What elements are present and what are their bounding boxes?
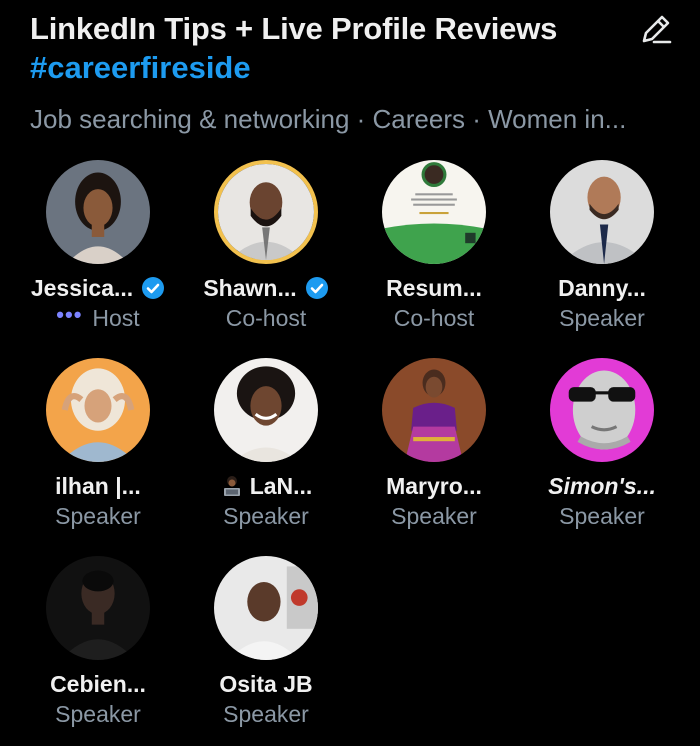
- participant-name: Resum...: [386, 274, 482, 301]
- avatar: [382, 160, 486, 264]
- participant-name: Maryro...: [386, 472, 482, 499]
- name-row: Cebien...: [50, 668, 146, 700]
- participant-role: Speaker: [55, 502, 141, 529]
- participant-name: ilhan |...: [55, 472, 141, 499]
- name-row: Jessica...: [31, 272, 165, 304]
- participant-role: Speaker: [223, 700, 309, 727]
- participant-role: Speaker: [223, 502, 309, 529]
- name-row: ilhan |...: [55, 470, 141, 502]
- topics-line: Job searching & networking · Careers · W…: [30, 104, 627, 134]
- participant-role: Speaker: [391, 502, 477, 529]
- role-row: Speaker: [391, 501, 477, 531]
- avatar: [214, 160, 318, 264]
- participant-role: Speaker: [559, 502, 645, 529]
- laptop-person-emoji: [223, 476, 240, 496]
- avatar: [46, 556, 150, 660]
- avatar: [46, 358, 150, 462]
- participant-shawn[interactable]: Shawn... Co-host: [182, 160, 350, 350]
- name-row: Danny...: [558, 272, 646, 304]
- edit-button[interactable]: [636, 9, 676, 49]
- name-row: Shawn...: [203, 272, 328, 304]
- role-row: Speaker: [55, 699, 141, 729]
- participant-role: Co-host: [225, 304, 307, 331]
- avatar: [46, 160, 150, 264]
- name-row: Osita JB: [219, 668, 312, 700]
- participant-name: Shawn...: [203, 274, 297, 301]
- role-row: Co-host: [394, 303, 475, 333]
- participant-cebien[interactable]: Cebien... Speaker: [14, 556, 182, 746]
- participant-osita[interactable]: Osita JB Speaker: [182, 556, 350, 746]
- avatar: [214, 556, 318, 660]
- pencil-edit-icon: [642, 15, 672, 44]
- participant-name: Simon's...: [548, 472, 656, 499]
- participant-role: Speaker: [55, 700, 141, 727]
- role-row: ••• Host: [56, 303, 139, 333]
- participant-resum[interactable]: Resum... Co-host: [350, 160, 518, 350]
- space-title: LinkedIn Tips + Live Profile Reviews: [30, 11, 558, 46]
- participant-simon[interactable]: Simon's... Speaker: [518, 358, 686, 548]
- avatar: [382, 358, 486, 462]
- avatar: [214, 358, 318, 462]
- verified-badge-icon: [305, 277, 328, 299]
- participant-maryro[interactable]: Maryro... Speaker: [350, 358, 518, 548]
- participant-name: LaN...: [249, 472, 313, 499]
- participant-role: Co-host: [393, 304, 475, 331]
- participant-jessica[interactable]: Jessica... ••• Host: [14, 160, 182, 350]
- role-row: Speaker: [223, 501, 309, 531]
- avatar: [550, 160, 654, 264]
- participant-name: Osita JB: [219, 670, 313, 697]
- participant-role: Speaker: [559, 304, 645, 331]
- participant-name: Cebien...: [50, 670, 146, 697]
- participant-ilhan[interactable]: ilhan |... Speaker: [14, 358, 182, 548]
- role-row: Speaker: [55, 501, 141, 531]
- name-row: LaN...: [220, 470, 313, 502]
- name-row: Simon's...: [548, 470, 656, 502]
- participant-lan[interactable]: LaN... Speaker: [182, 358, 350, 548]
- participant-name: Danny...: [558, 274, 646, 301]
- participant-role: Host: [92, 304, 140, 331]
- role-row: Speaker: [559, 303, 645, 333]
- speaking-dots-icon: •••: [56, 302, 83, 327]
- space-header: LinkedIn Tips + Live Profile Reviews #ca…: [30, 8, 680, 136]
- role-row: Co-host: [226, 303, 307, 333]
- participant-name: Jessica...: [30, 274, 134, 301]
- role-row: Speaker: [559, 501, 645, 531]
- participant-danny[interactable]: Danny... Speaker: [518, 160, 686, 350]
- hashtag-link[interactable]: #careerfireside: [30, 48, 680, 88]
- role-row: Speaker: [223, 699, 309, 729]
- verified-badge-icon: [142, 277, 165, 299]
- name-row: Maryro...: [386, 470, 482, 502]
- title-row: LinkedIn Tips + Live Profile Reviews: [30, 8, 680, 50]
- avatar: [550, 358, 654, 462]
- name-row: Resum...: [386, 272, 482, 304]
